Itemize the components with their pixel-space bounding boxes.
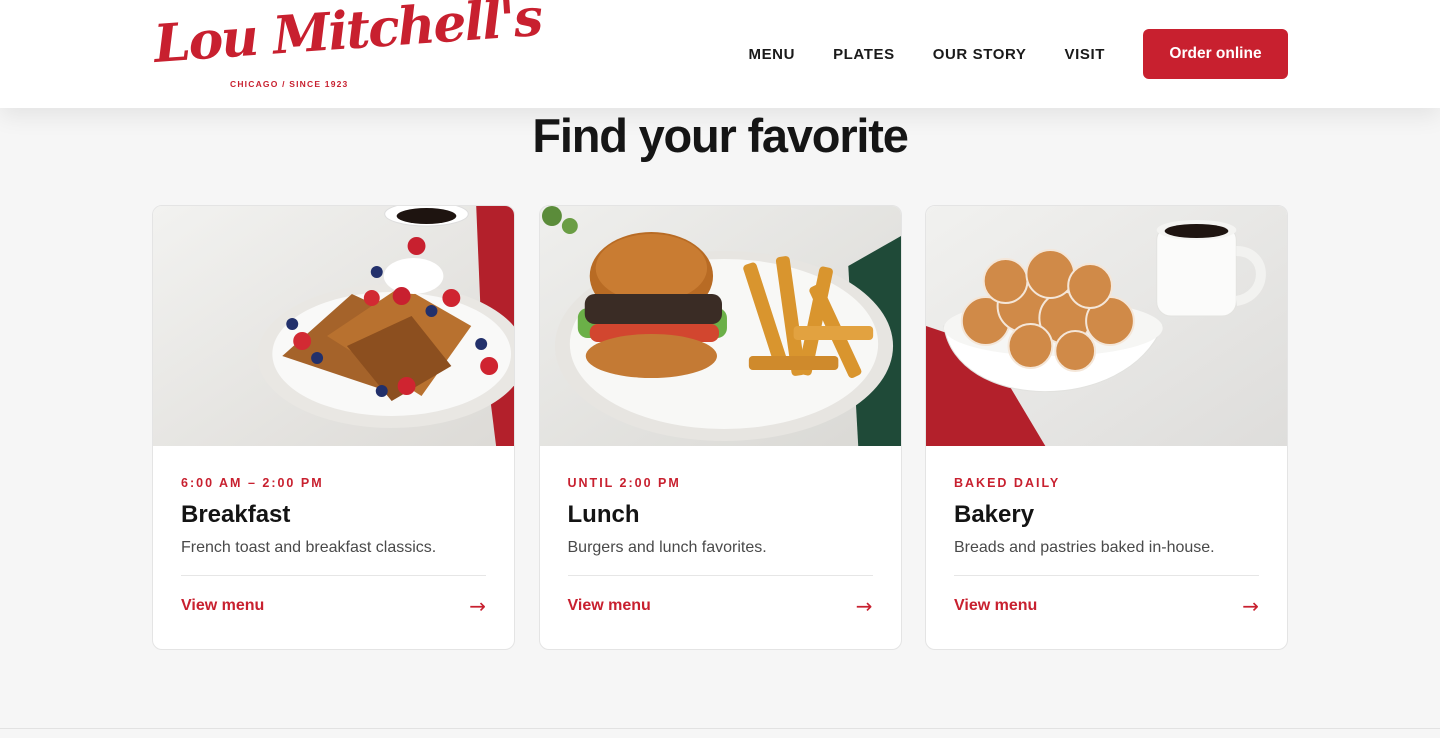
order-online-button[interactable]: Order online: [1143, 29, 1288, 79]
section-divider: [0, 728, 1440, 729]
card-body: UNTIL 2:00 PM Lunch Burgers and lunch fa…: [567, 446, 873, 616]
card-title: Lunch: [567, 501, 640, 528]
card-hours: BAKED DAILY: [954, 476, 1061, 490]
site-header: Lou Mitchell's CHICAGO / SINCE 1923 MENU…: [0, 0, 1440, 108]
menu-cards: 6:00 AM – 2:00 PM Breakfast French toast…: [152, 205, 1288, 650]
card-body: BAKED DAILY Bakery Breads and pastries b…: [954, 446, 1259, 616]
menu-card-bakery[interactable]: BAKED DAILY Bakery Breads and pastries b…: [925, 205, 1288, 650]
card-title: Breakfast: [181, 501, 291, 528]
card-description: French toast and breakfast classics.: [181, 539, 437, 556]
view-menu-label: View menu: [567, 597, 651, 614]
card-description: Burgers and lunch favorites.: [567, 539, 767, 556]
menu-card-breakfast[interactable]: 6:00 AM – 2:00 PM Breakfast French toast…: [152, 205, 515, 650]
arrow-right-icon: →: [469, 594, 486, 618]
brand-logo-wordmark: Lou Mitchell's: [151, 0, 543, 75]
nav-link-plates[interactable]: PLATES: [833, 46, 895, 63]
french-toast-photo: [153, 206, 514, 446]
card-hours: UNTIL 2:00 PM: [567, 476, 681, 490]
arrow-right-icon: →: [855, 594, 873, 618]
brand-tagline: CHICAGO / SINCE 1923: [230, 79, 349, 89]
view-menu-label: View menu: [954, 597, 1038, 614]
view-menu-link-bakery[interactable]: View menu →: [954, 596, 1259, 616]
card-divider: [181, 575, 486, 576]
card-title: Bakery: [954, 501, 1035, 528]
donut-holes-photo: [926, 206, 1287, 446]
nav-link-our-story[interactable]: OUR STORY: [933, 46, 1027, 63]
brand-logo[interactable]: Lou Mitchell's CHICAGO / SINCE 1923: [152, 0, 543, 94]
card-divider: [567, 575, 873, 576]
nav-link-menu[interactable]: MENU: [748, 46, 795, 63]
menu-card-lunch[interactable]: UNTIL 2:00 PM Lunch Burgers and lunch fa…: [538, 205, 902, 650]
nav-link-visit[interactable]: VISIT: [1064, 46, 1105, 63]
card-description: Breads and pastries baked in-house.: [954, 539, 1215, 556]
view-menu-link-lunch[interactable]: View menu →: [568, 596, 873, 616]
view-menu-link-breakfast[interactable]: View menu →: [181, 596, 486, 616]
card-hours: 6:00 AM – 2:00 PM: [181, 476, 324, 490]
section-title: Find your favorite: [532, 109, 909, 162]
arrow-right-icon: →: [1242, 594, 1259, 618]
main-nav: MENU PLATES OUR STORY VISIT Order online: [748, 29, 1288, 79]
view-menu-label: View menu: [181, 597, 265, 614]
card-divider: [954, 575, 1259, 576]
card-body: 6:00 AM – 2:00 PM Breakfast French toast…: [181, 446, 486, 616]
burger-photo: [539, 206, 901, 446]
